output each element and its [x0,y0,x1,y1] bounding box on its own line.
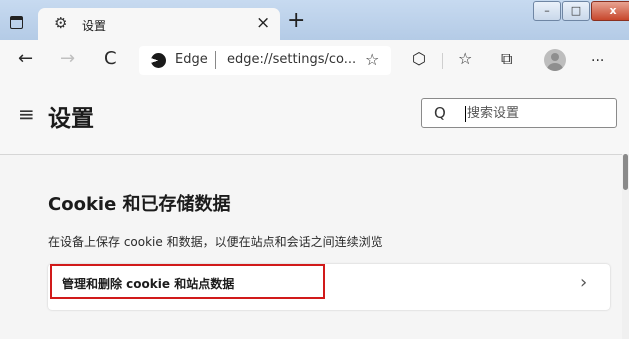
tab-close-button[interactable]: × [256,13,270,33]
address-brand: Edge [175,52,208,67]
favorites-icon[interactable]: ☆ [458,48,472,70]
collections-icon[interactable]: ⧉ [501,48,512,70]
text-cursor [465,106,466,122]
toolbar-divider [442,53,443,69]
gear-icon: ⚙ [54,14,68,32]
new-tab-button[interactable]: + [287,10,305,32]
settings-header: ≡ 设置 Q [0,80,629,155]
tab-actions-icon[interactable] [8,14,24,30]
window-controls: – □ x [533,1,629,21]
back-button[interactable]: ← [18,48,33,70]
scrollbar[interactable] [622,154,629,339]
browser-window: ⚙ 设置 × + – □ x ← → C Edge edge://setting… [0,0,629,339]
highlight-box [50,264,325,299]
search-icon: Q [434,104,446,122]
profile-avatar[interactable] [544,49,566,71]
manage-cookies-card[interactable]: 管理和删除 cookie 和站点数据 › [48,264,610,310]
page-title: 设置 [48,106,94,132]
section-title: Cookie 和已存储数据 [48,194,231,215]
chevron-right-icon: › [580,272,588,293]
close-button[interactable]: x [591,1,629,21]
tab-title: 设置 [82,19,107,33]
search-input[interactable] [467,104,607,122]
hamburger-menu-icon[interactable]: ≡ [18,104,35,124]
add-favorite-icon[interactable]: ☆ [365,50,379,69]
settings-content: Cookie 和已存储数据 在设备上保存 cookie 和数据，以便在站点和会话… [0,155,629,339]
address-bar[interactable]: Edge edge://settings/co... ☆ [139,46,391,75]
browser-toolbar: ← → C Edge edge://settings/co... ☆ ⬡ ☆ ⧉… [0,40,629,80]
maximize-button[interactable]: □ [562,1,590,21]
section-description: 在设备上保存 cookie 和数据，以便在站点和会话之间连续浏览 [48,235,383,249]
forward-button[interactable]: → [60,48,75,70]
search-settings-box[interactable]: Q [421,98,617,128]
more-menu-button[interactable]: ··· [591,50,604,72]
address-url[interactable]: edge://settings/co... [227,52,356,67]
refresh-button[interactable]: C [104,48,117,70]
scrollbar-thumb[interactable] [623,154,628,190]
extensions-icon[interactable]: ⬡ [412,48,426,70]
address-divider [215,51,216,69]
tab-settings[interactable]: ⚙ 设置 × [38,8,280,40]
minimize-button[interactable]: – [533,1,561,21]
edge-logo-icon [151,53,166,68]
title-bar: ⚙ 设置 × + – □ x [0,0,629,40]
